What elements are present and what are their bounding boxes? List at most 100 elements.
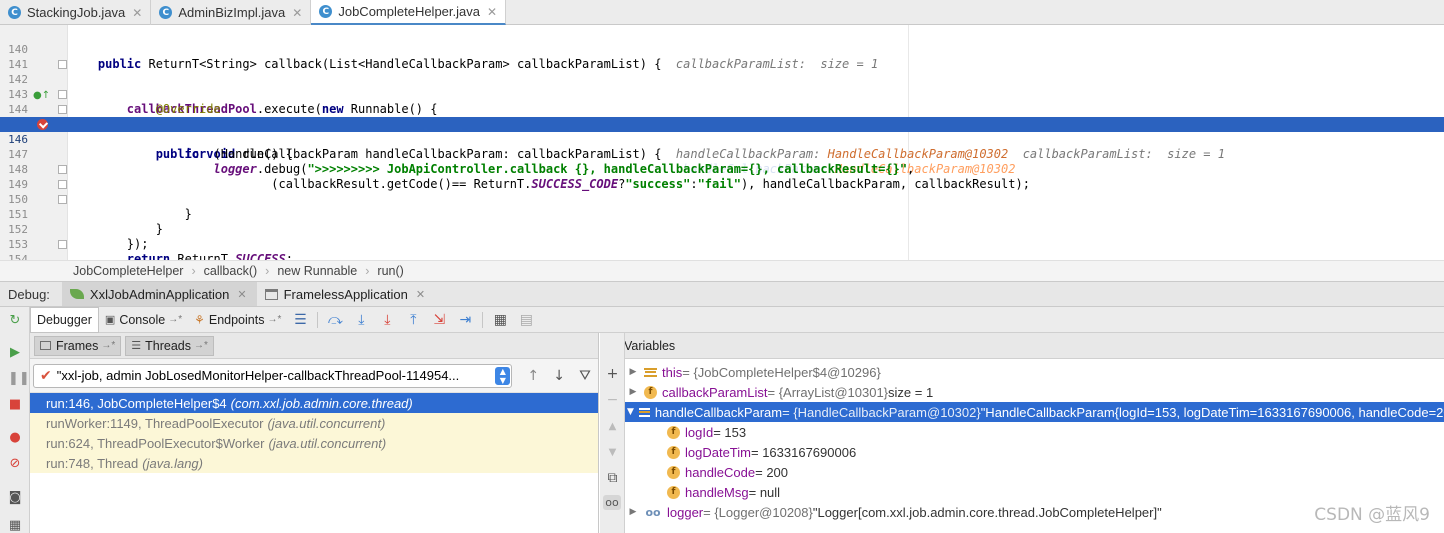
expand-arrow-icon[interactable]: ▶ [627,387,639,397]
force-step-into-icon[interactable]: ⤓ [374,308,400,332]
breadcrumb-item[interactable]: new Runnable [277,264,357,278]
code-editor[interactable]: 140 public ReturnT<String> callback(List… [0,25,1444,260]
close-icon[interactable]: ✕ [132,6,142,20]
variable-row[interactable]: f logId = 153 [625,422,1444,442]
code-line[interactable]: 154 } [0,237,1444,260]
code-line[interactable]: 144 ●↑ public void run() { [0,87,1444,161]
tab-jobcompletehelper[interactable]: C JobCompleteHelper.java ✕ [311,0,507,25]
threads-icon: ☰ [131,339,142,352]
code-line[interactable]: 151 }); [0,192,1444,251]
code-line[interactable]: 145 for (HandleCallbackParam handleCallb… [0,102,1444,161]
step-over-icon[interactable]: ⤼ [322,308,348,332]
tab-endpoints[interactable]: ⚘ Endpoints →* [188,308,287,332]
evaluate-expression-icon[interactable]: ▦ [487,308,513,332]
arrow-up-icon[interactable]: ↑ [520,364,546,388]
move-down-icon[interactable]: ▼ [605,445,620,460]
close-icon[interactable]: ✕ [487,5,497,19]
fold-marker-icon[interactable] [58,90,67,99]
trace-icon[interactable]: ▤ [513,308,539,332]
filter-icon[interactable]: ⛛ [572,364,598,388]
editor-tab-bar: C StackingJob.java ✕ C AdminBizImpl.java… [0,0,1444,25]
step-out-icon[interactable]: ⤒ [400,308,426,332]
tab-threads[interactable]: ☰ Threads →* [125,335,214,356]
variable-name: handleCallbackParam [654,404,783,420]
override-icon[interactable]: ●↑ [33,88,50,101]
tab-console[interactable]: ▣ Console →* [99,308,188,332]
frame-item[interactable]: run:748, Thread (java.lang) [30,453,598,473]
code-line[interactable]: 150 } [0,177,1444,236]
tab-frames[interactable]: Frames →* [34,335,122,356]
remove-watch-icon[interactable]: − [605,393,620,408]
debug-tab-xxljobadmin[interactable]: XxlJobAdminApplication ✕ [61,282,257,306]
pin-icon[interactable]: →* [267,314,281,325]
collapse-arrow-icon[interactable]: ▼ [627,407,634,417]
breadcrumb-item[interactable]: JobCompleteHelper [73,264,183,278]
code-line[interactable]: 148 (callbackResult.getCode()== ReturnT.… [0,147,1444,191]
arrow-down-icon[interactable]: ↓ [546,364,572,388]
run-to-cursor-icon[interactable]: ⇥ [452,308,478,332]
fold-marker-icon[interactable] [58,180,67,189]
variable-name: handleMsg [685,484,749,500]
resume-icon[interactable]: ▶ [8,346,22,360]
view-breakpoints-icon[interactable]: ● [8,431,22,445]
move-up-icon[interactable]: ▲ [605,419,620,434]
pin-icon[interactable]: →* [194,340,208,351]
java-class-icon: C [319,5,333,18]
code-line[interactable]: 142 callbackThreadPool.execute(new Runna… [0,57,1444,116]
code-line[interactable]: 152 [0,207,1444,236]
expand-arrow-icon[interactable]: ▶ [627,507,639,517]
close-icon[interactable]: ✕ [292,6,302,20]
variable-row[interactable]: ▶ this = {JobCompleteHelper$4@10296} [625,362,1444,382]
stop-icon[interactable]: ■ [8,398,22,412]
pin-icon[interactable]: →* [168,314,182,325]
breakpoint-icon[interactable] [37,119,48,130]
variable-row[interactable]: f handleCode = 200 [625,462,1444,482]
thread-selector-row: ✔ "xxl-job, admin JobLosedMonitorHelper-… [30,359,598,393]
mute-breakpoints-icon[interactable]: ⊘ [8,457,22,471]
frames-panel: Frames →* ☰ Threads →* ✔ "xxl-job, admin… [30,333,599,533]
frame-item[interactable]: runWorker:1149, ThreadPoolExecutor (java… [30,413,598,433]
fold-marker-icon[interactable] [58,195,67,204]
pause-icon[interactable]: ❚❚ [8,372,30,386]
frame-item[interactable]: run:624, ThreadPoolExecutor$Worker (java… [30,433,598,453]
fold-marker-icon[interactable] [58,240,67,249]
menu-icon[interactable]: ☰ [287,308,313,332]
code-line[interactable]: 147 logger.debug(">>>>>>>>> JobApiContro… [0,132,1444,176]
variable-row-selected[interactable]: ▼ handleCallbackParam = {HandleCallbackP… [625,402,1444,422]
expand-arrow-icon[interactable]: ▶ [627,367,639,377]
fold-marker-icon[interactable] [58,60,67,69]
glasses-icon[interactable]: oo [603,495,621,510]
variable-row[interactable]: f handleMsg = null [625,482,1444,502]
chevron-updown-icon[interactable]: ▲ ▼ [495,366,511,385]
code-line[interactable]: 153 return ReturnT.SUCCESS; [0,222,1444,260]
tab-debugger[interactable]: Debugger [30,306,99,333]
camera-icon[interactable]: ◙ [8,491,22,505]
code-line[interactable]: 140 public ReturnT<String> callback(List… [0,27,1444,71]
rerun-icon[interactable]: ↻ [8,314,22,328]
frame-item[interactable]: run:146, JobCompleteHelper$4 (com.xxl.jo… [30,393,598,413]
tab-label: Threads [145,338,192,353]
current-execution-line[interactable]: 146 ReturnT<String> callbackResult = cal… [0,117,1444,176]
code-line[interactable]: 141 [0,42,1444,71]
variable-row[interactable]: f logDateTim = 1633167690006 [625,442,1444,462]
variable-row[interactable]: ▶ f callbackParamList = {ArrayList@10301… [625,382,1444,402]
debug-tab-frameless[interactable]: FramelessApplication ✕ [257,282,436,306]
breadcrumb-item[interactable]: callback() [204,264,258,278]
suspended-check-icon: ✔ [40,367,52,384]
layout-icon[interactable]: ▦ [8,519,22,533]
drop-frame-icon[interactable]: ⇲ [426,308,452,332]
code-line[interactable]: 149 } [0,162,1444,221]
fold-marker-icon[interactable] [58,105,67,114]
fold-marker-icon[interactable] [58,165,67,174]
step-into-icon[interactable]: ⤓ [348,308,374,332]
copy-icon[interactable]: ⧉ [605,471,620,486]
code-line[interactable]: 143 @Override [0,72,1444,116]
close-icon[interactable]: ✕ [237,288,246,301]
close-icon[interactable]: ✕ [416,288,425,301]
add-watch-icon[interactable]: + [605,367,620,382]
breadcrumb-item[interactable]: run() [377,264,403,278]
thread-select[interactable]: ✔ "xxl-job, admin JobLosedMonitorHelper-… [33,363,513,388]
tab-stackingjob[interactable]: C StackingJob.java ✕ [0,0,152,25]
pin-icon[interactable]: →* [101,340,115,351]
tab-adminbizimpl[interactable]: C AdminBizImpl.java ✕ [151,0,312,25]
